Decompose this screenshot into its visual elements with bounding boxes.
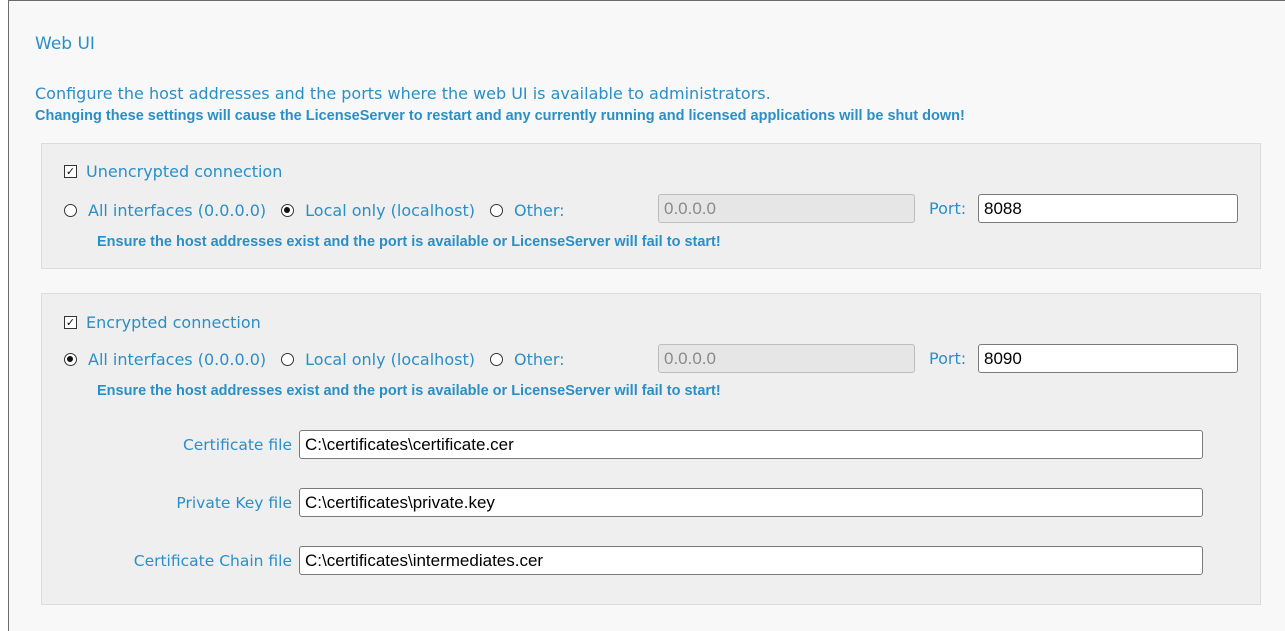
radio-icon[interactable] [489, 203, 503, 217]
unencrypted-radio-local[interactable]: Local only (localhost) [281, 201, 475, 220]
unencrypted-checkbox-row[interactable]: ✓ Unencrypted connection [64, 158, 282, 184]
encrypted-port-label: Port: [929, 349, 967, 368]
private-key-file-label: Private Key file [176, 494, 292, 512]
encrypted-other-input[interactable]: 0.0.0.0 [658, 344, 915, 373]
radio-all-label: All interfaces (0.0.0.0) [88, 200, 267, 220]
private-key-file-input[interactable]: C:\certificates\private.key [299, 488, 1203, 517]
restart-warning: Changing these settings will cause the L… [35, 108, 965, 124]
radio-icon[interactable] [281, 352, 295, 366]
section-title: Web UI [35, 34, 95, 54]
unencrypted-radio-all[interactable]: All interfaces (0.0.0.0) [64, 201, 266, 220]
unencrypted-label: Unencrypted connection [86, 161, 283, 181]
radio-local-label: Local only (localhost) [305, 200, 475, 220]
encrypted-radio-local[interactable]: Local only (localhost) [281, 350, 475, 369]
radio-selected-icon[interactable] [64, 352, 77, 366]
radio-other-label: Other: [513, 349, 565, 369]
encrypted-label: Encrypted connection [86, 312, 261, 332]
radio-icon[interactable] [64, 203, 77, 217]
unencrypted-checkbox[interactable]: ✓ [64, 164, 77, 178]
radio-icon[interactable] [489, 352, 503, 366]
certificate-chain-file-label: Certificate Chain file [133, 552, 292, 570]
section-description: Configure the host addresses and the por… [35, 84, 771, 103]
unencrypted-panel: ✓ Unencrypted connection All interfaces … [41, 143, 1261, 269]
unencrypted-port-input[interactable]: 8088 [978, 194, 1238, 223]
encrypted-panel: ✓ Encrypted connection All interfaces (0… [41, 293, 1261, 605]
certificate-chain-file-input[interactable]: C:\certificates\intermediates.cer [299, 546, 1203, 575]
encrypted-port-input[interactable]: 8090 [978, 344, 1238, 373]
unencrypted-radio-other[interactable]: Other: [489, 200, 565, 220]
encrypted-warning: Ensure the host addresses exist and the … [97, 383, 721, 399]
encrypted-radio-all[interactable]: All interfaces (0.0.0.0) [64, 350, 266, 369]
encrypted-radio-other[interactable]: Other: [489, 349, 565, 369]
certificate-file-label: Certificate file [182, 436, 292, 454]
unencrypted-port-label: Port: [929, 199, 967, 218]
radio-all-label: All interfaces (0.0.0.0) [88, 349, 267, 369]
radio-selected-icon[interactable] [281, 203, 295, 217]
certificate-file-input[interactable]: C:\certificates\certificate.cer [299, 430, 1203, 459]
encrypted-checkbox-row[interactable]: ✓ Encrypted connection [64, 309, 261, 335]
encrypted-checkbox[interactable]: ✓ [64, 315, 77, 329]
radio-other-label: Other: [513, 200, 565, 220]
radio-local-label: Local only (localhost) [305, 349, 475, 369]
encrypted-radio-group: All interfaces (0.0.0.0) Local only (loc… [64, 346, 580, 372]
unencrypted-other-input[interactable]: 0.0.0.0 [658, 194, 915, 223]
unencrypted-radio-group: All interfaces (0.0.0.0) Local only (loc… [64, 197, 580, 223]
unencrypted-warning: Ensure the host addresses exist and the … [97, 234, 721, 250]
